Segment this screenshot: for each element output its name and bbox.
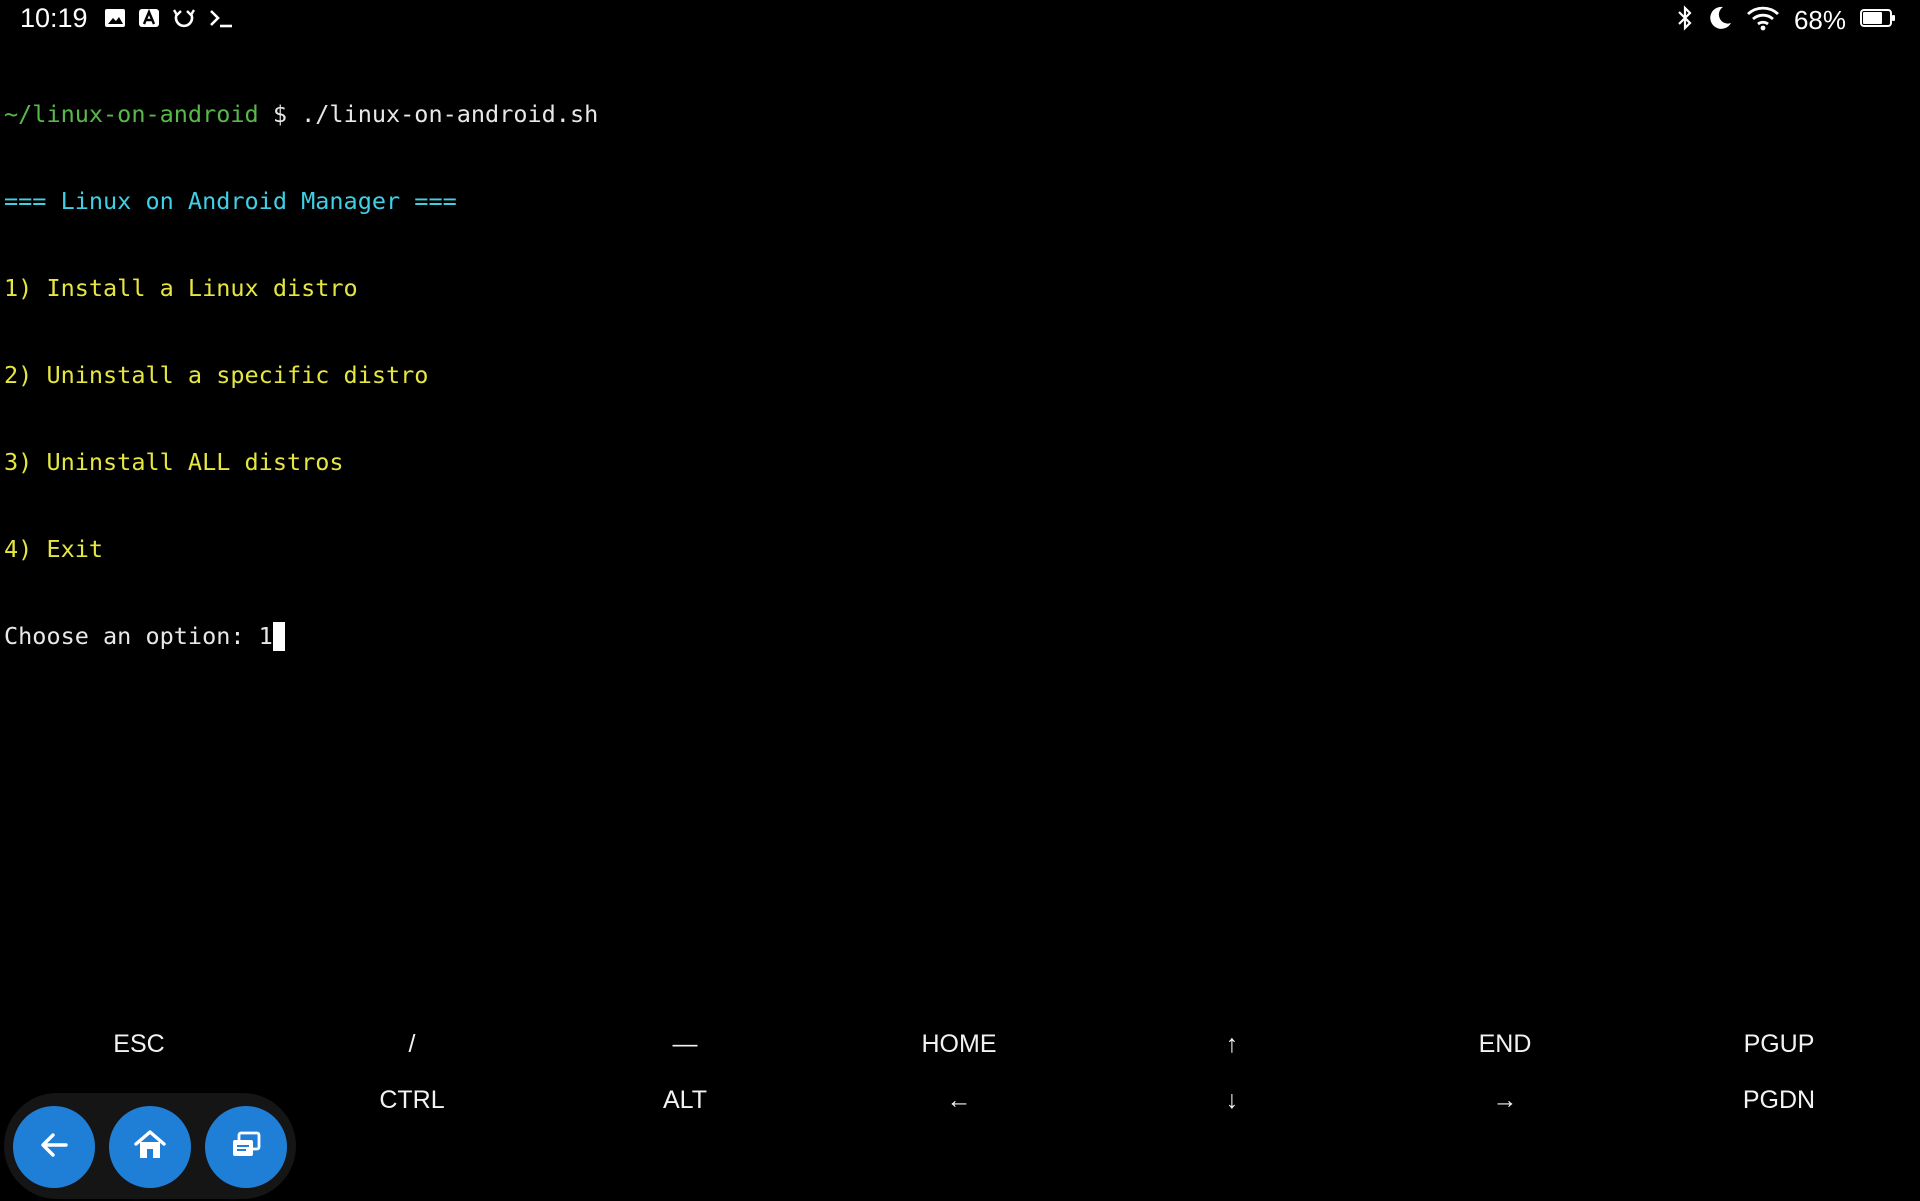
notification-icons: [104, 6, 234, 30]
key-home[interactable]: HOME: [839, 1016, 1079, 1072]
menu-option-uninstall-all: 3) Uninstall ALL distros: [4, 448, 344, 476]
screen: 10:19 68% ~/linux-on-android $ ./linux-o…: [0, 0, 1920, 1201]
input-prompt: Choose an option:: [4, 622, 259, 650]
do-not-disturb-moon-icon: [1708, 5, 1732, 35]
key-dash[interactable]: —: [565, 1016, 805, 1072]
status-bar: 10:19 68%: [0, 0, 1920, 40]
battery-icon: [1860, 8, 1896, 32]
terminal-icon: [208, 7, 234, 29]
input-value[interactable]: 1: [259, 622, 273, 650]
extra-keys-row-1: ESC / — HOME ↑ END PGUP: [0, 1016, 1920, 1072]
key-up-arrow[interactable]: ↑: [1112, 1016, 1352, 1072]
wifi-icon: [1746, 5, 1780, 35]
system-icons: 68%: [1676, 4, 1896, 36]
terminal-output[interactable]: ~/linux-on-android $ ./linux-on-android.…: [4, 42, 598, 709]
key-left-arrow[interactable]: ←: [839, 1072, 1079, 1128]
a-badge-icon: [138, 7, 160, 29]
menu-option-exit: 4) Exit: [4, 535, 104, 563]
prompt-sign: $: [258, 100, 302, 128]
status-time: 10:19: [20, 3, 88, 33]
key-down-arrow[interactable]: ↓: [1112, 1072, 1352, 1128]
recent-apps-button[interactable]: [205, 1106, 287, 1188]
key-right-arrow[interactable]: →: [1385, 1072, 1625, 1128]
battery-percent: 68%: [1793, 4, 1846, 35]
back-button[interactable]: [13, 1106, 95, 1188]
key-slash[interactable]: /: [292, 1016, 532, 1072]
input-line[interactable]: Choose an option: 1: [4, 622, 598, 651]
home-icon: [132, 1127, 168, 1167]
menu-option-uninstall-specific: 2) Uninstall a specific distro: [4, 361, 429, 389]
floating-nav-bar: [4, 1093, 296, 1199]
key-esc[interactable]: ESC: [19, 1016, 259, 1072]
extra-keys-bar: ESC / — HOME ↑ END PGUP CTRL ALT ← ↓ → P…: [0, 1016, 1920, 1128]
bluetooth-icon: [1676, 4, 1694, 36]
menu-option-install: 1) Install a Linux distro: [4, 274, 358, 302]
gallery-icon: [104, 7, 126, 29]
key-ctrl[interactable]: CTRL: [292, 1072, 532, 1128]
menu-header: === Linux on Android Manager ===: [4, 187, 457, 215]
key-pgdn[interactable]: PGDN: [1659, 1072, 1899, 1128]
command-text: ./linux-on-android.sh: [301, 100, 599, 128]
recent-apps-icon: [228, 1127, 264, 1167]
refresh-icon: [172, 6, 196, 30]
prompt-path: ~/linux-on-android: [4, 100, 259, 128]
back-arrow-icon: [36, 1127, 72, 1167]
key-alt[interactable]: ALT: [565, 1072, 805, 1128]
key-end[interactable]: END: [1385, 1016, 1625, 1072]
home-button[interactable]: [109, 1106, 191, 1188]
key-pgup[interactable]: PGUP: [1659, 1016, 1899, 1072]
command-line: ~/linux-on-android $ ./linux-on-android.…: [4, 100, 598, 129]
text-cursor: [272, 622, 285, 651]
